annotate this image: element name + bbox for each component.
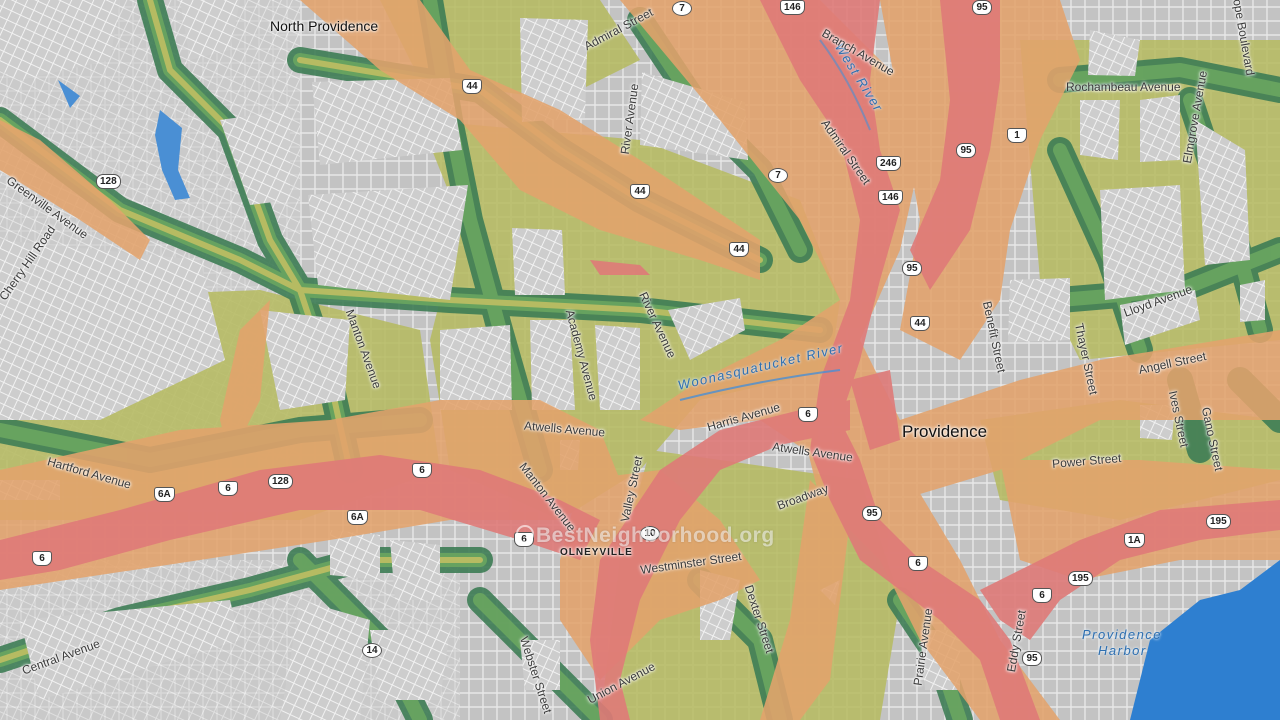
label-olneyville[interactable]: OLNEYVILLE: [560, 547, 633, 558]
shield-6-b: 6: [218, 481, 238, 496]
watermark-text: BestNeighborhood.org: [536, 524, 775, 547]
label-rochambeau-avenue: Rochambeau Avenue: [1066, 80, 1181, 94]
shield-7-b: 7: [768, 168, 788, 183]
shield-146-b: 146: [878, 190, 903, 205]
shield-i95-b: 95: [956, 143, 976, 158]
shield-128-a: 128: [96, 174, 121, 189]
shield-i195-b: 195: [1068, 571, 1093, 586]
shield-14: 14: [362, 643, 382, 658]
label-providence-harbor-2: Harbor: [1098, 643, 1147, 658]
shield-6a-b: 6A: [347, 510, 368, 525]
shield-i95-a: 95: [972, 0, 992, 15]
shield-i95-e: 95: [1022, 651, 1042, 666]
shield-6a-a: 6A: [154, 487, 175, 502]
label-north-providence[interactable]: North Providence: [270, 18, 378, 34]
shield-44-c: 44: [729, 242, 749, 257]
shield-44-b: 44: [630, 184, 650, 199]
shield-246: 246: [876, 156, 901, 171]
shield-7-a: 7: [672, 1, 692, 16]
shield-44-a: 44: [462, 79, 482, 94]
watermark: BestNeighborhood.org: [516, 524, 775, 548]
shield-6-a: 6: [412, 463, 432, 478]
shield-6-f: 6: [1032, 588, 1052, 603]
watermark-logo-icon: [516, 525, 534, 543]
shield-6-c: 6: [32, 551, 52, 566]
shield-i195-a: 195: [1206, 514, 1231, 529]
label-providence-harbor-1: Providence: [1082, 627, 1163, 642]
shield-128-b: 128: [268, 474, 293, 489]
shield-6-e: 6: [908, 556, 928, 571]
shield-1: 1: [1007, 128, 1027, 143]
shield-146-a: 146: [780, 0, 805, 15]
shield-44-d: 44: [910, 316, 930, 331]
label-providence[interactable]: Providence: [902, 422, 987, 442]
shield-1a: 1A: [1124, 533, 1145, 548]
shield-6-d: 6: [798, 407, 818, 422]
shield-i95-c: 95: [902, 261, 922, 276]
shield-i95-d: 95: [862, 506, 882, 521]
